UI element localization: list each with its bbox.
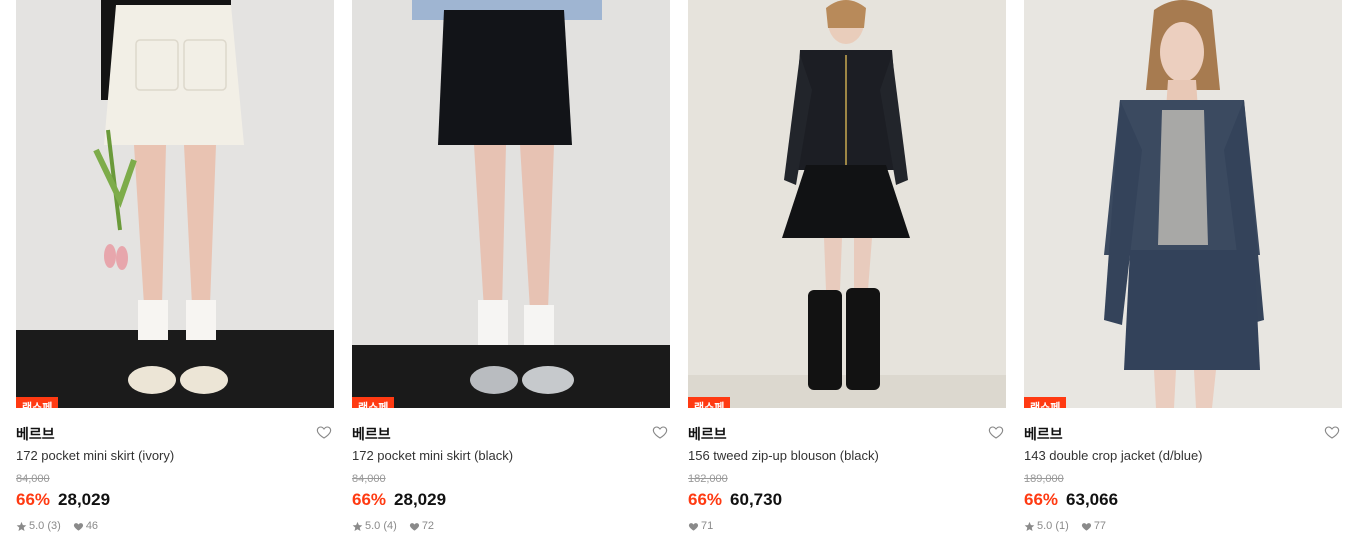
discount-rate: 66% (688, 490, 723, 509)
original-price: 182,000 (688, 473, 728, 485)
star-icon (1024, 521, 1035, 531)
review-count: (4) (383, 520, 397, 532)
sale-price: 28,029 (394, 490, 447, 509)
review-count: (1) (1055, 520, 1069, 532)
product-image[interactable]: 랜쇼페 (1024, 0, 1342, 408)
original-price: 84,000 (16, 473, 50, 485)
review-count: (3) (47, 520, 61, 532)
likes-group: 72 (409, 520, 434, 532)
star-icon (16, 521, 27, 531)
heart-filled-icon (409, 522, 419, 531)
product-image[interactable]: 랜쇼페 (16, 0, 334, 408)
product-card[interactable]: 랜쇼페 베르브 143 double crop jacket (d/blue) … (1024, 0, 1342, 542)
product-title[interactable]: 172 pocket mini skirt (ivory) (16, 448, 174, 463)
heart-icon[interactable] (316, 424, 332, 440)
product-photo-ivory-skirt-icon (16, 0, 334, 408)
product-photo-tweed-blouson-icon (688, 0, 1006, 408)
product-stats: 5.0 (3) 46 (16, 520, 110, 532)
original-price: 84,000 (352, 473, 386, 485)
rating-value: 5.0 (29, 520, 45, 532)
likes-group: 46 (73, 520, 98, 532)
promo-badge: 랜쇼페 (352, 397, 395, 408)
discount-rate: 66% (16, 490, 51, 509)
product-title[interactable]: 143 double crop jacket (d/blue) (1024, 448, 1203, 463)
likes-group: 71 (688, 520, 713, 532)
like-count: 71 (701, 520, 714, 532)
product-image[interactable]: 랜쇼페 (352, 0, 670, 408)
rating-group: 5.0 (1) (1024, 520, 1069, 532)
sale-price: 63,066 (1066, 490, 1119, 509)
product-photo-black-skirt-icon (352, 0, 670, 408)
star-icon (352, 521, 363, 531)
sale-price: 28,029 (58, 490, 111, 509)
discount-rate: 66% (1024, 490, 1059, 509)
brand-name[interactable]: 베르브 (1024, 424, 1063, 444)
like-count: 72 (421, 520, 435, 532)
product-stats: 5.0 (4) 72 (352, 520, 446, 532)
product-stats: 5.0 (1) 77 (1024, 520, 1118, 532)
promo-badge: 랜쇼페 (688, 397, 731, 408)
promo-badge: 랜쇼페 (16, 397, 59, 408)
rating-value: 5.0 (1037, 520, 1053, 532)
product-stats: 71 (688, 520, 725, 532)
heart-filled-icon (688, 522, 699, 531)
brand-name[interactable]: 베르브 (16, 424, 55, 444)
brand-name[interactable]: 베르브 (688, 424, 727, 444)
rating-value: 5.0 (365, 520, 381, 532)
product-photo-crop-jacket-icon (1024, 0, 1342, 408)
product-grid: 랜쇼페 베르브 172 pocket mini skirt (ivory) 84… (0, 0, 1349, 542)
heart-icon[interactable] (1324, 424, 1340, 440)
discount-rate: 66% (352, 490, 387, 509)
rating-group: 5.0 (3) (16, 520, 61, 532)
brand-name[interactable]: 베르브 (352, 424, 391, 444)
price-row: 66% 28,029 (16, 490, 110, 510)
heart-filled-icon (1081, 522, 1091, 531)
price-row: 66% 60,730 (688, 490, 782, 510)
product-card[interactable]: 랜쇼페 베르브 172 pocket mini skirt (black) 84… (352, 0, 670, 542)
heart-filled-icon (73, 522, 83, 531)
rating-group: 5.0 (4) (352, 520, 397, 532)
price-row: 66% 28,029 (352, 490, 446, 510)
sale-price: 60,730 (730, 490, 783, 509)
product-card[interactable]: 랜쇼페 베르브 156 tweed zip-up blouson (black)… (688, 0, 1006, 542)
likes-group: 77 (1081, 520, 1106, 532)
product-image[interactable]: 랜쇼페 (688, 0, 1006, 408)
promo-badge: 랜쇼페 (1024, 397, 1067, 408)
like-count: 46 (85, 520, 99, 532)
price-row: 66% 63,066 (1024, 490, 1118, 510)
product-card[interactable]: 랜쇼페 베르브 172 pocket mini skirt (ivory) 84… (16, 0, 334, 542)
like-count: 77 (1093, 520, 1107, 532)
original-price: 189,000 (1024, 473, 1064, 485)
product-title[interactable]: 156 tweed zip-up blouson (black) (688, 448, 879, 463)
heart-icon[interactable] (988, 424, 1004, 440)
heart-icon[interactable] (652, 424, 668, 440)
product-title[interactable]: 172 pocket mini skirt (black) (352, 448, 513, 463)
